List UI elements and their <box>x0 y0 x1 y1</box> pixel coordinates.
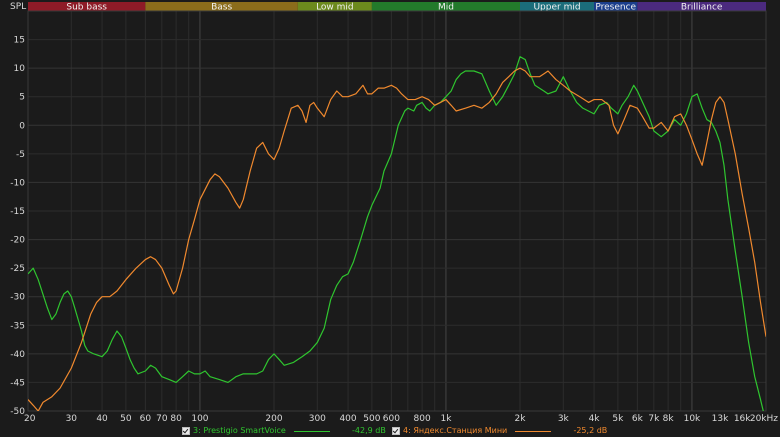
legend-series-1-value: -42,9 dB <box>352 426 386 435</box>
x-tick-label-13: 600 <box>383 414 400 424</box>
y-axis-label: SPL <box>10 2 26 12</box>
y-tick-label-12: -40 <box>10 350 25 360</box>
y-tick-label-4: 0 <box>19 121 25 131</box>
x-tick-label-10: 300 <box>309 414 326 424</box>
chart-background <box>0 0 780 437</box>
legend-series-2-swatch <box>515 430 552 432</box>
frequency-response-chart: SPL Sub bass Bass Low mid Mid Upper mid Prese… <box>0 0 780 437</box>
x-tick-label-22: 8k <box>663 414 675 424</box>
legend-series-1: 3: Prestigio SmartVoice -42,9 dB <box>182 425 386 437</box>
x-tick-label-9: 200 <box>265 414 282 424</box>
x-tick-label-17: 3k <box>558 414 570 424</box>
x-tick-label-11: 400 <box>339 414 356 424</box>
x-tick-label-6: 70 <box>156 414 168 424</box>
x-tick-label-20: 6k <box>632 414 644 424</box>
y-tick-label-7: -15 <box>10 207 25 217</box>
y-tick-label-3: 5 <box>19 93 25 103</box>
y-tick-label-10: -30 <box>10 293 25 303</box>
legend-series-1-name: 3: Prestigio SmartVoice <box>193 426 286 435</box>
y-tick-label-11: -35 <box>10 321 25 331</box>
series-2-checkbox[interactable] <box>392 427 400 435</box>
x-tick-label-16: 2k <box>515 414 527 424</box>
x-tick-label-8: 100 <box>191 414 208 424</box>
legend-series-1-swatch <box>293 430 330 432</box>
series-1-checkbox[interactable] <box>182 427 190 435</box>
x-tick-label-3: 40 <box>96 414 108 424</box>
x-tick-label-19: 5k <box>612 414 624 424</box>
x-tick-label-2: 30 <box>66 414 78 424</box>
x-tick-label-14: 800 <box>414 414 431 424</box>
y-tick-label-1: 15 <box>14 36 25 46</box>
y-tick-label-6: -10 <box>10 178 25 188</box>
y-tick-label-8: -20 <box>10 236 25 246</box>
y-tick-label-13: -45 <box>10 378 25 388</box>
x-tick-label-15: 1k <box>440 414 452 424</box>
x-tick-label-4: 50 <box>120 414 132 424</box>
x-tick-label-23: 10k <box>684 414 701 424</box>
x-tick-label-21: 7k <box>648 414 660 424</box>
x-tick-label-12: 500 <box>363 414 380 424</box>
x-tick-label-5: 60 <box>140 414 152 424</box>
x-tick-label-25: 16k <box>734 414 751 424</box>
y-tick-label-2: 10 <box>14 64 26 74</box>
legend-series-2: 4: Яндекс.Станция Мини -25,2 dB <box>392 425 607 437</box>
x-tick-label-18: 4k <box>589 414 601 424</box>
x-tick-label-1: 20 <box>24 414 36 424</box>
y-tick-label-9: -25 <box>10 264 25 274</box>
legend-series-2-name: 4: Яндекс.Станция Мини <box>403 426 508 435</box>
y-tick-label-5: -5 <box>16 150 25 160</box>
x-tick-label-26: 20kHz <box>750 414 778 424</box>
legend-series-2-value: -25,2 dB <box>573 426 608 435</box>
x-tick-label-7: 80 <box>170 414 182 424</box>
x-tick-label-24: 13k <box>712 414 729 424</box>
